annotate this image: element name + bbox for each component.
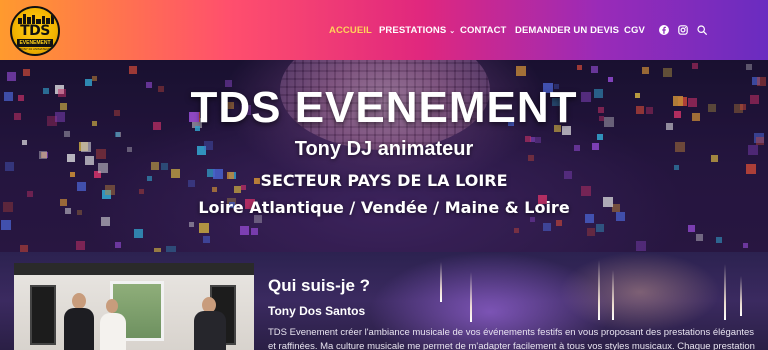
nav-item-prestations-label: PRESTATIONS (379, 25, 447, 36)
about-name: Tony Dos Santos (268, 304, 366, 318)
photo-bride (100, 313, 126, 350)
nav-item-accueil[interactable]: ACCUEIL (329, 25, 372, 36)
site-header: TDS EVENEMENT TONY DJ ANIMATEUR ACCUEIL … (0, 0, 768, 60)
firework-spark (470, 272, 472, 322)
photo-person-head (72, 293, 86, 309)
photo-person-head (106, 299, 118, 313)
chevron-down-icon: ⌄ (449, 28, 456, 35)
facebook-icon[interactable] (659, 25, 669, 35)
dj-wedding-photo (14, 263, 254, 350)
photo-groom (64, 308, 94, 350)
firework-spark (740, 276, 742, 316)
site-logo[interactable]: TDS EVENEMENT TONY DJ ANIMATEUR (10, 6, 60, 56)
about-title: Qui suis-je ? (268, 276, 371, 295)
firework-spark (440, 262, 442, 302)
firework-spark (612, 270, 614, 320)
nav-item-contact[interactable]: CONTACT (460, 25, 506, 36)
logo-main-text: TDS (20, 23, 50, 39)
nav-item-devis[interactable]: DEMANDER UN DEVIS (515, 25, 619, 36)
photo-dj (194, 311, 226, 350)
firework-spark (598, 260, 600, 320)
hero-departments: Loire Atlantique / Vendée / Maine & Loir… (198, 198, 570, 217)
nav-item-prestations[interactable]: PRESTATIONS ⌄ (379, 25, 455, 36)
firework-spark (724, 264, 726, 320)
hero-title: TDS EVENEMENT (190, 83, 578, 132)
instagram-icon[interactable] (678, 25, 688, 35)
logo-tagline: TONY DJ ANIMATEUR (19, 47, 51, 51)
logo-sub-text: EVENEMENT (17, 39, 53, 47)
search-icon[interactable] (697, 25, 707, 35)
photo-speaker-left (30, 285, 56, 345)
hero-region: SECTEUR PAYS DE LA LOIRE (260, 171, 508, 190)
nav-item-cgv[interactable]: CGV (624, 25, 645, 36)
photo-lighting-truss (14, 263, 254, 275)
hero-subtitle: Tony DJ animateur (294, 138, 474, 160)
about-text: TDS Evenement créer l'ambiance musicale … (268, 327, 755, 350)
